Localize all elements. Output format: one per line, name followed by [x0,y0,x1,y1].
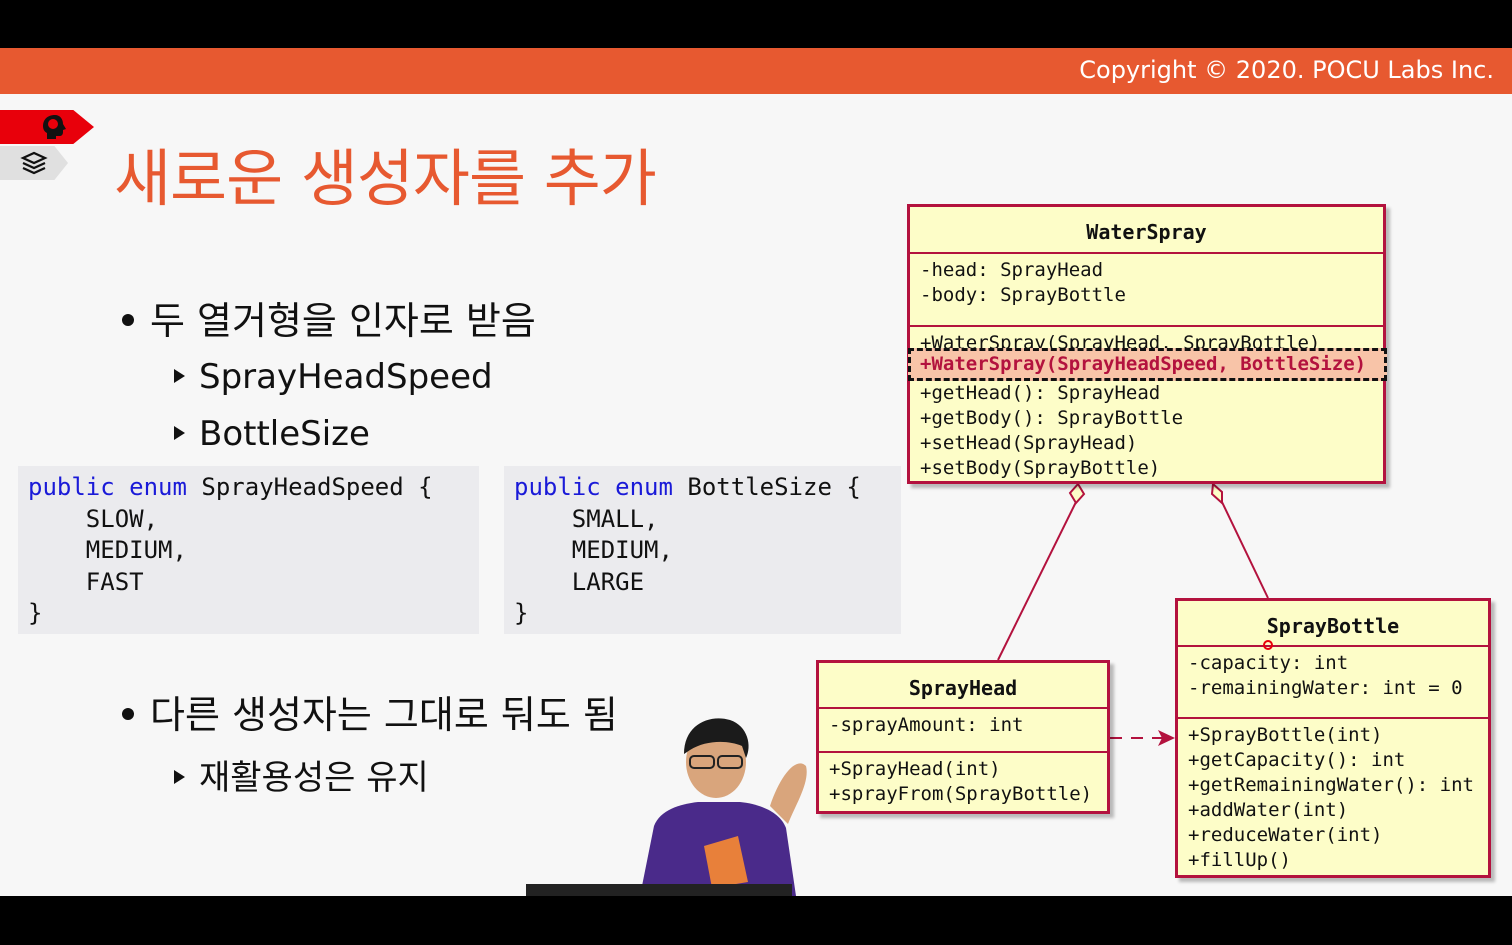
presenter-video-overlay [640,718,807,896]
slide: Copyright © 2020. POCU Labs Inc. 새로운 생성자… [0,0,1512,945]
laser-pointer-dot [1263,640,1273,650]
desk [526,884,792,896]
